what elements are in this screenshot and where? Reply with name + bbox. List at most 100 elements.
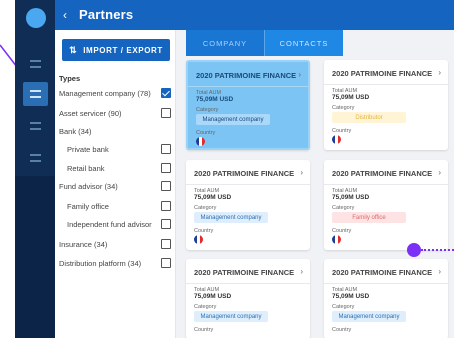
card-divider xyxy=(188,86,308,87)
chevron-right-icon[interactable]: › xyxy=(438,267,441,276)
aum-value: 75,09M USD xyxy=(194,293,232,300)
aum-value: 75,09M USD xyxy=(196,96,234,103)
tab-company[interactable]: COMPANY xyxy=(186,30,264,56)
aum-value: 75,09M USD xyxy=(194,194,232,201)
category-badge: Family office xyxy=(332,212,406,223)
partner-card[interactable]: 2020 PATRIMOINE FINANCE › Total AUM 75,09M … xyxy=(324,259,448,338)
people-icon xyxy=(30,90,41,98)
type-filter-label: Private bank xyxy=(67,145,109,154)
type-filter-checkbox[interactable] xyxy=(161,201,171,211)
type-filter-checkbox[interactable] xyxy=(161,88,171,98)
chevron-right-icon[interactable]: › xyxy=(438,168,441,177)
page-title: Partners xyxy=(79,7,134,22)
partner-name: 2020 PATRIMOINE FINANCE xyxy=(332,69,433,78)
card-divider xyxy=(186,283,310,284)
partner-name: 2020 PATRIMOINE FINANCE xyxy=(194,169,295,178)
aum-value: 75,09M USD xyxy=(332,293,370,300)
type-filter-checkbox[interactable] xyxy=(161,163,171,173)
type-filter-checkbox[interactable] xyxy=(161,181,171,191)
card-divider xyxy=(324,283,448,284)
sidebar-lower xyxy=(15,176,55,338)
menu-icon xyxy=(30,60,41,68)
app-sidebar xyxy=(15,0,55,338)
swap-vert-icon: ⇅ xyxy=(69,44,78,55)
annotation-dotted-line xyxy=(421,249,454,251)
category-label: Category xyxy=(332,304,355,310)
partner-card[interactable]: 2020 PATRIMOINE FINANCE › Total AUM 75,09M … xyxy=(186,160,310,250)
results-area: COMPANY CONTACTS 2020 PATRIMOINE FINANCE… xyxy=(176,30,454,338)
category-badge: Management company xyxy=(196,114,270,125)
type-filter-label: Family office xyxy=(67,202,109,211)
sidebar-item-lists[interactable] xyxy=(23,114,48,138)
type-filter-row[interactable]: Bank (34) xyxy=(59,125,171,139)
type-filter-row[interactable]: Distribution platform (34) xyxy=(59,257,171,271)
chevron-right-icon[interactable]: › xyxy=(300,168,303,177)
type-filter-label: Fund advisor (34) xyxy=(59,182,118,191)
category-label: Category xyxy=(194,304,217,310)
type-filter-label: Retail bank xyxy=(67,164,105,173)
card-divider xyxy=(324,184,448,185)
import-export-label: IMPORT / EXPORT xyxy=(83,45,163,55)
country-label: Country xyxy=(194,228,214,234)
type-filter-row[interactable]: Independent fund advisor xyxy=(59,218,171,232)
sidebar-item-dashboard[interactable] xyxy=(23,52,48,76)
france-flag-icon xyxy=(332,235,341,244)
type-filter-row[interactable]: Asset servicer (90) xyxy=(59,107,171,121)
type-filter-checkbox[interactable] xyxy=(161,239,171,249)
type-filter-label: Distribution platform (34) xyxy=(59,259,142,268)
type-filter-row[interactable]: Private bank xyxy=(59,143,171,157)
category-label: Category xyxy=(196,107,219,113)
partner-name: 2020 PATRIMOINE FINANCE xyxy=(196,71,297,80)
partner-card[interactable]: 2020 PATRIMOINE FINANCE › Total AUM 75,09M … xyxy=(324,60,448,150)
chevron-right-icon[interactable]: › xyxy=(298,70,301,79)
type-filter-row[interactable]: Fund advisor (34) xyxy=(59,180,171,194)
category-badge: Management company xyxy=(332,311,406,322)
back-chevron-icon[interactable]: ‹ xyxy=(63,8,67,22)
type-filter-checkbox[interactable] xyxy=(161,219,171,229)
chevron-right-icon[interactable]: › xyxy=(300,267,303,276)
france-flag-icon xyxy=(332,135,341,144)
card-divider xyxy=(324,84,448,85)
type-filter-checkbox[interactable] xyxy=(161,108,171,118)
partner-name: 2020 PATRIMOINE FINANCE xyxy=(332,169,433,178)
country-label: Country xyxy=(194,327,214,333)
sidebar-item-analytics[interactable] xyxy=(23,146,48,170)
top-header: ‹ Partners xyxy=(55,0,454,30)
partner-name: 2020 PATRIMOINE FINANCE xyxy=(332,268,433,277)
type-filter-checkbox[interactable] xyxy=(161,144,171,154)
type-filter-row[interactable]: Insurance (34) xyxy=(59,238,171,252)
type-filter-label: Asset servicer (90) xyxy=(59,109,122,118)
france-flag-icon xyxy=(196,137,205,146)
partner-card[interactable]: 2020 PATRIMOINE FINANCE › Total AUM 75,09M … xyxy=(186,259,310,338)
aum-value: 75,09M USD xyxy=(332,94,370,101)
type-filter-label: Management company (78) xyxy=(59,89,151,98)
category-label: Category xyxy=(332,105,355,111)
sidebar-item-partners[interactable] xyxy=(23,82,48,106)
type-filter-label: Independent fund advisor xyxy=(67,220,152,229)
type-filter-row[interactable]: Retail bank xyxy=(59,162,171,176)
list-icon xyxy=(30,122,41,130)
annotation-dot xyxy=(407,243,421,257)
types-heading: Types xyxy=(59,74,81,83)
country-label: Country xyxy=(332,327,352,333)
partner-card[interactable]: 2020 PATRIMOINE FINANCE › Total AUM 75,09M … xyxy=(186,60,310,150)
chevron-right-icon[interactable]: › xyxy=(438,68,441,77)
type-filter-checkbox[interactable] xyxy=(161,258,171,268)
chart-icon xyxy=(30,154,41,162)
partner-card[interactable]: 2020 PATRIMOINE FINANCE › Total AUM 75,09M … xyxy=(324,160,448,250)
tab-contacts[interactable]: CONTACTS xyxy=(264,30,343,56)
app-logo xyxy=(26,8,46,28)
type-filter-label: Insurance (34) xyxy=(59,240,108,249)
type-filter-row[interactable]: Family office xyxy=(59,200,171,214)
type-filter-row[interactable]: Management company (78) xyxy=(59,87,171,101)
france-flag-icon xyxy=(194,235,203,244)
aum-value: 75,09M USD xyxy=(332,194,370,201)
country-label: Country xyxy=(196,130,216,136)
category-label: Category xyxy=(332,205,355,211)
import-export-button[interactable]: ⇅ IMPORT / EXPORT xyxy=(62,39,170,61)
category-badge: Distributor xyxy=(332,112,406,123)
type-filter-label: Bank (34) xyxy=(59,127,92,136)
tab-bar: COMPANY CONTACTS xyxy=(186,30,343,56)
country-label: Country xyxy=(332,228,352,234)
category-label: Category xyxy=(194,205,217,211)
